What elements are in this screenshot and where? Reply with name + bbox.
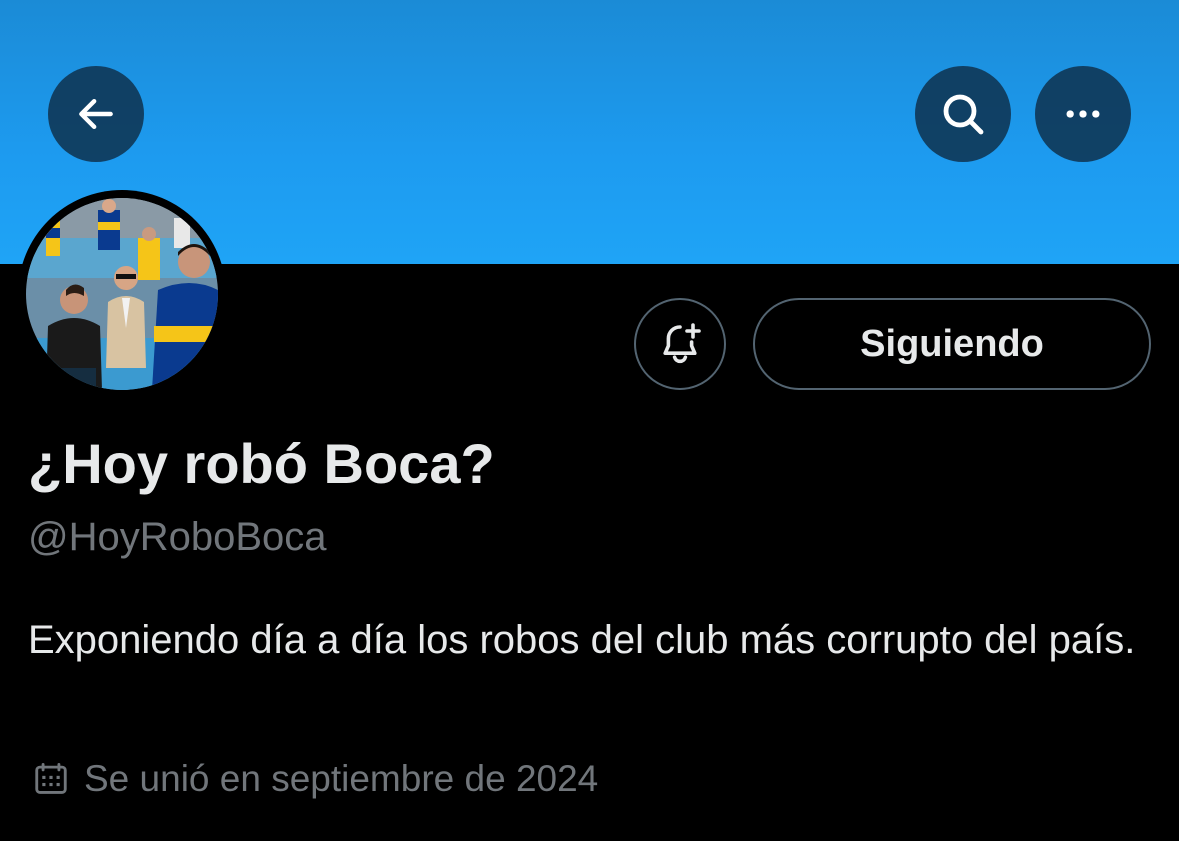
bell-plus-icon — [663, 323, 701, 364]
following-button[interactable]: Siguiendo — [753, 298, 1151, 390]
avatar-photo — [26, 198, 218, 390]
back-button[interactable] — [48, 66, 144, 162]
joined-date: Se unió en septiembre de 2024 — [32, 752, 598, 806]
notifications-button[interactable] — [634, 298, 726, 390]
display-name: ¿Hoy robó Boca? — [28, 432, 495, 495]
following-button-label: Siguiendo — [860, 322, 1044, 365]
avatar[interactable] — [18, 190, 226, 398]
user-handle: @HoyRoboBoca — [28, 515, 327, 559]
arrow-left-icon — [79, 98, 113, 130]
more-horizontal-icon — [1066, 110, 1100, 118]
avatar-image — [26, 198, 218, 390]
profile-screen: Siguiendo ¿Hoy robó Boca? @HoyRoboBoca E… — [0, 0, 1179, 841]
joined-date-text: Se unió en septiembre de 2024 — [84, 758, 599, 799]
search-button[interactable] — [915, 66, 1011, 162]
calendar-icon — [35, 763, 67, 794]
more-button[interactable] — [1035, 66, 1131, 162]
profile-bio: Exponiendo día a día los robos del club … — [28, 618, 1136, 662]
search-icon — [943, 94, 984, 135]
